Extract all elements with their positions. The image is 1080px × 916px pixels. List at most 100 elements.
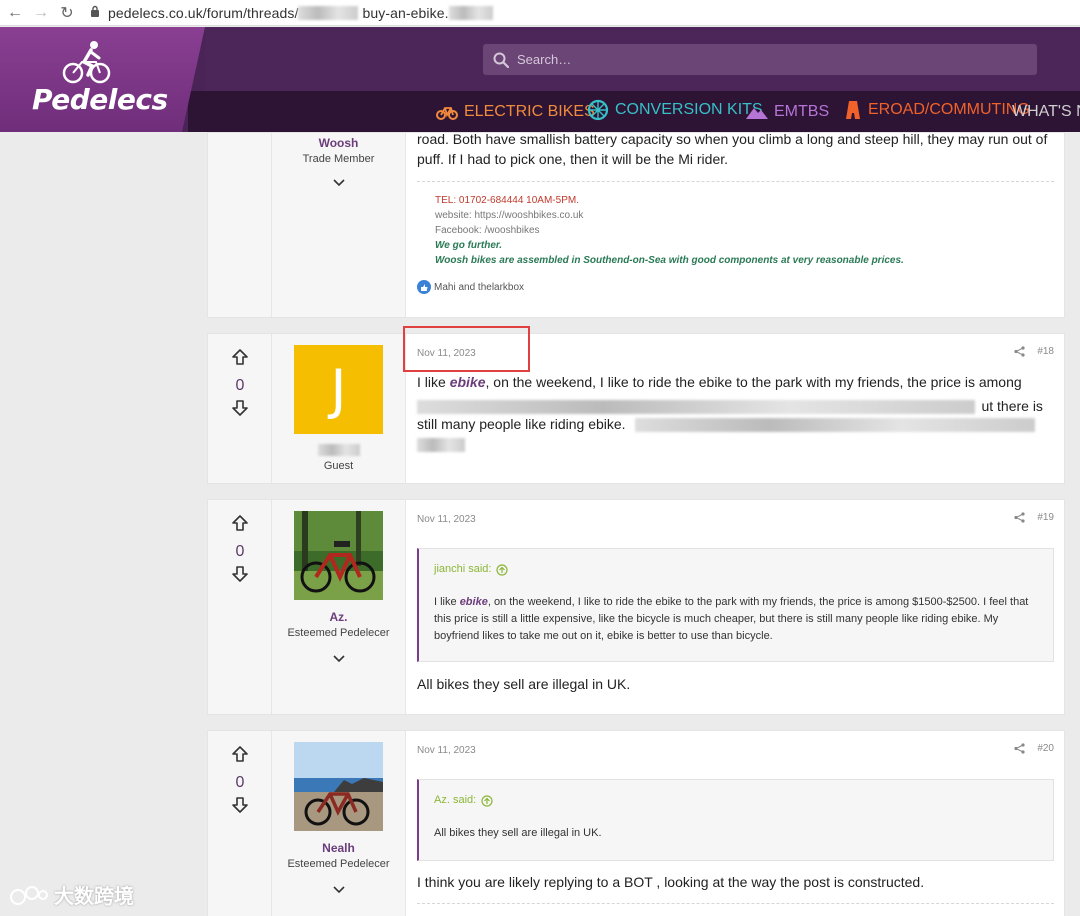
post-body-line: I like ebike, on the weekend, I like to … (417, 372, 1022, 392)
post-meta: #20 (1014, 743, 1054, 754)
reactions-bar[interactable]: Mahi and thelarkbox (417, 280, 1054, 294)
quote-author[interactable]: Az. said: (434, 792, 476, 809)
nav-conversion-kits-label: CONVERSION KITS (615, 101, 763, 118)
lock-icon (90, 5, 100, 20)
url-suffix[interactable]: buy-an-ebike. (362, 5, 448, 21)
arrow-up-circle-icon[interactable] (496, 563, 509, 576)
nav-emtbs[interactable]: EMTBS (746, 103, 829, 121)
site-header: ELECTRIC BIKES CONVERSION KITS EMTBS ERO… (0, 27, 1080, 132)
nav-eroad-commuting-label: EROAD/COMMUTING (868, 101, 1030, 118)
annotation-highlight-box (403, 326, 530, 372)
user-column: Az. Esteemed Pedelecer (272, 500, 406, 714)
chevron-down-icon[interactable] (332, 886, 345, 894)
quote-header[interactable]: Az. said: (419, 780, 1053, 817)
username-redacted (317, 444, 360, 456)
browser-address-bar: ← → ↻ pedelecs.co.uk/forum/threads/ buy-… (0, 0, 1080, 26)
vote-widget: 0 (208, 514, 272, 588)
vote-count: 0 (235, 774, 245, 791)
post-body-line3: still many people like riding ebike. (417, 416, 626, 432)
quote-body: All bikes they sell are illegal in UK. (434, 827, 602, 839)
nav-eroad-commuting[interactable]: EROAD/COMMUTING (844, 101, 1030, 119)
divider (417, 903, 1054, 904)
post-date[interactable]: Nov 11, 2023 (417, 514, 476, 525)
sig-tagline: Woosh bikes are assembled in Southend-on… (435, 255, 904, 266)
watermark: 大数跨境 (10, 880, 134, 909)
share-icon[interactable] (1014, 512, 1025, 523)
nav-electric-bikes-label: ELECTRIC BIKES (464, 103, 595, 120)
user-title: Guest (323, 460, 354, 472)
quote-body: I like ebike, on the weekend, I like to … (419, 586, 1053, 657)
search-input[interactable]: Search… (483, 44, 1037, 75)
post-body-post: , on the weekend, I like to ride the ebi… (485, 374, 1022, 390)
signature: TEL: 01702-684444 10AM-5PM. website: htt… (417, 181, 1054, 268)
downvote-arrow-icon[interactable] (231, 399, 249, 417)
cyclist-logo-icon (62, 41, 111, 84)
quote-body-post: , on the weekend, I like to ride the ebi… (434, 596, 1029, 642)
upvote-arrow-icon[interactable] (231, 348, 249, 366)
post-content: road. Both have smallish battery capacit… (417, 129, 1054, 294)
vote-widget: 0 (208, 745, 272, 819)
sig-tel: TEL: 01702-684444 10AM-5PM. (435, 195, 579, 206)
nav-conversion-kits[interactable]: CONVERSION KITS (587, 99, 763, 121)
mountain-icon (746, 108, 768, 119)
quote-body-emphasis: ebike (459, 596, 488, 608)
forward-icon[interactable]: → (30, 2, 52, 24)
user-title: Esteemed Pedelecer (287, 858, 390, 870)
username[interactable]: Nealh (272, 841, 405, 855)
reactions-names[interactable]: Mahi and thelarkbox (434, 282, 524, 293)
user-column: Nealh Esteemed Pedelecer (272, 731, 406, 916)
post-body-line: road. Both have smallish battery capacit… (417, 131, 1048, 147)
post-body-emphasis: ebike (449, 374, 486, 390)
upvote-arrow-icon[interactable] (231, 745, 249, 763)
chevron-down-icon[interactable] (332, 179, 345, 187)
url-redacted (298, 5, 359, 20)
post-body-fragment: ut there is (981, 398, 1043, 414)
quote-header[interactable]: jianchi said: (419, 549, 1053, 586)
quote-author[interactable]: jianchi said: (434, 561, 491, 578)
post-meta: #19 (1014, 512, 1054, 523)
like-icon (417, 280, 431, 294)
redacted-text (417, 399, 975, 414)
downvote-arrow-icon[interactable] (231, 565, 249, 583)
avatar[interactable]: J (294, 345, 383, 434)
vote-column (208, 133, 272, 317)
logo-panel[interactable]: Pedelecs (0, 27, 205, 132)
search-icon (493, 52, 509, 68)
share-icon[interactable] (1014, 743, 1025, 754)
vote-column: 0 (208, 731, 272, 916)
post-date[interactable]: Nov 11, 2023 (417, 745, 476, 756)
nav-whats-new[interactable]: WHAT'S NEW (1012, 103, 1080, 121)
sig-website[interactable]: website: https://wooshbikes.co.uk (435, 208, 1054, 223)
avatar[interactable] (294, 742, 383, 831)
arrow-up-circle-icon[interactable] (481, 794, 493, 807)
reload-icon[interactable]: ↻ (56, 2, 78, 24)
user-column: Woosh Trade Member (272, 133, 406, 317)
post-body-line: puff. If I had to pick one, then it will… (417, 151, 729, 167)
sig-facebook[interactable]: Facebook: /wooshbikes (435, 223, 1054, 238)
bicycle-icon (436, 107, 458, 120)
post-body: I think you are likely replying to a BOT… (417, 874, 925, 890)
downvote-arrow-icon[interactable] (231, 796, 249, 814)
chevron-down-icon[interactable] (332, 655, 345, 663)
url-prefix[interactable]: pedelecs.co.uk/forum/threads/ (108, 5, 298, 21)
vote-widget: 0 (208, 348, 272, 422)
share-icon[interactable] (1014, 346, 1025, 357)
quote-body-pre: I like (434, 596, 460, 608)
nav-emtbs-label: EMTBS (774, 103, 830, 120)
avatar[interactable] (294, 511, 383, 600)
post-19: 0 Az. Esteemed Pedelecer Nov 11, 2023 #1… (207, 499, 1065, 715)
username[interactable]: Az. (272, 610, 405, 624)
vote-column: 0 (208, 500, 272, 714)
post-number[interactable]: #20 (1037, 743, 1054, 754)
upvote-arrow-icon[interactable] (231, 514, 249, 532)
search-placeholder: Search… (517, 52, 572, 67)
watermark-logo-icon (10, 885, 48, 905)
post-number[interactable]: #19 (1037, 512, 1054, 523)
post-body: All bikes they sell are illegal in UK. (417, 676, 631, 692)
nav-electric-bikes[interactable]: ELECTRIC BIKES (436, 103, 595, 121)
username[interactable]: Woosh (272, 136, 405, 150)
post-number[interactable]: #18 (1037, 346, 1054, 357)
post-meta: #18 (1014, 346, 1054, 357)
watermark-text: 大数跨境 (54, 886, 134, 908)
back-icon[interactable]: ← (4, 2, 26, 24)
